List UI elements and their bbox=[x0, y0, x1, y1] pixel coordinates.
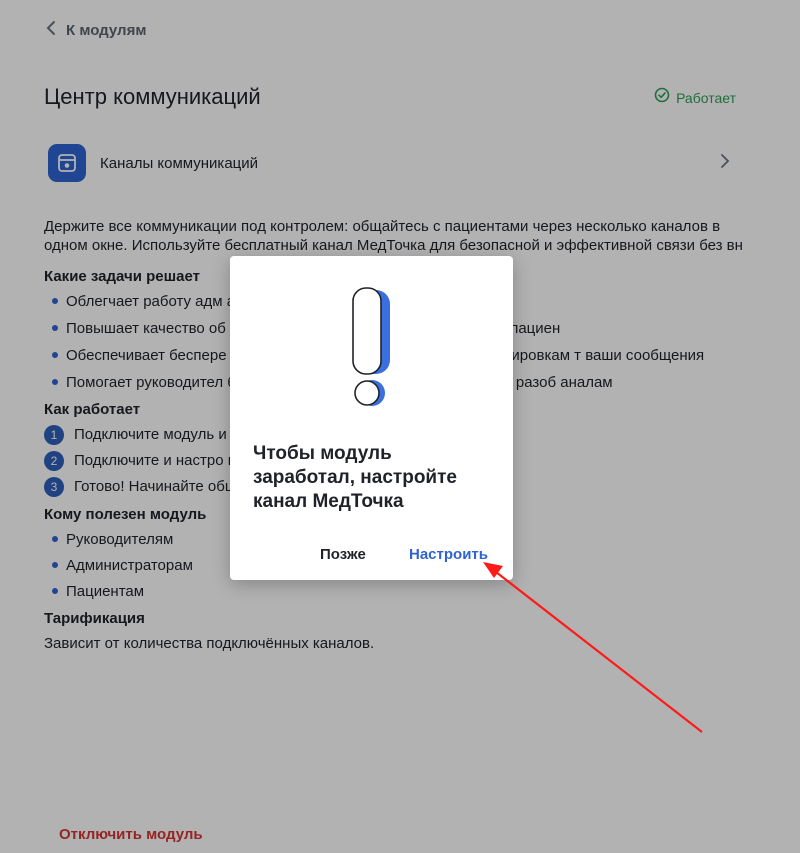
annotation-arrow-icon bbox=[483, 562, 703, 733]
